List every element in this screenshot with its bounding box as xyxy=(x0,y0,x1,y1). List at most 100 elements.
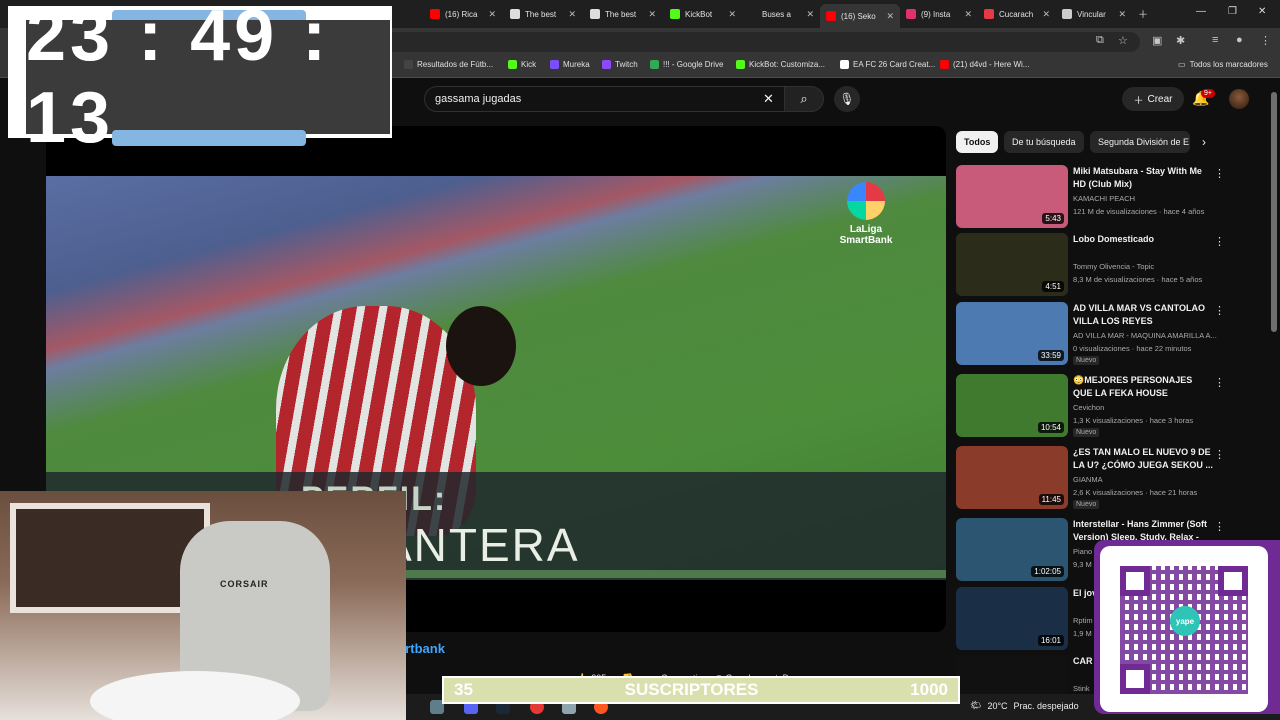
bookmark[interactable]: EA FC 26 Card Creat... xyxy=(840,60,935,69)
bookmark[interactable]: KickBot: Customiza... xyxy=(736,60,825,69)
recommendation-channel[interactable]: Rptim xyxy=(1073,616,1093,625)
tab-search-icon[interactable]: ≡ xyxy=(1212,34,1218,46)
recommendation-item[interactable]: 33:59 AD VILLA MAR VS CANTOLAO VILLA LOS … xyxy=(956,302,1226,366)
recommendation-channel[interactable]: KAMACHI PEACH xyxy=(1073,194,1135,203)
close-icon[interactable]: ✕ xyxy=(886,11,894,22)
mureka-icon xyxy=(550,60,559,69)
install-icon[interactable]: ⧉ xyxy=(1096,34,1104,47)
browser-tab[interactable]: The best ✕ xyxy=(504,4,582,24)
instagram-icon xyxy=(906,9,916,19)
close-icon[interactable]: ✕ xyxy=(568,9,576,20)
recommendation-channel[interactable]: Cevichon xyxy=(1073,403,1104,412)
chip-from-search[interactable]: De tu búsqueda xyxy=(1004,131,1084,153)
more-options-icon[interactable]: ⋮ xyxy=(1214,520,1225,533)
voice-search-button[interactable]: 🎙 xyxy=(834,86,860,112)
close-icon[interactable]: ✕ xyxy=(488,9,496,20)
recommendation-meta: 9,3 M xyxy=(1073,560,1092,569)
qr-corner xyxy=(1218,566,1248,596)
weather-widget[interactable]: 🌤 20°C Prac. despejado xyxy=(970,700,1079,711)
bookmark[interactable]: !!! - Google Drive xyxy=(650,60,723,69)
recommendation-title[interactable]: Lobo Domesticado xyxy=(1073,233,1213,246)
site-icon xyxy=(510,9,520,19)
video-thumbnail[interactable]: 1:02:05 xyxy=(956,518,1068,581)
bookmark[interactable]: Resultados de Fútb... xyxy=(404,60,493,69)
video-thumbnail[interactable]: 33:59 xyxy=(956,302,1068,365)
bookmark[interactable]: Mureka xyxy=(550,60,590,69)
recommendation-meta: 8,3 M de visualizaciones · hace 5 años xyxy=(1073,275,1203,284)
close-icon[interactable]: ✕ xyxy=(964,9,972,20)
browser-tab[interactable]: KickBot ✕ xyxy=(664,4,742,24)
clock-overlay: 23 : 49 : 13 xyxy=(8,0,392,158)
new-tab-icon[interactable]: ＋ xyxy=(1138,6,1148,21)
more-options-icon[interactable]: ⋮ xyxy=(1214,448,1225,461)
recommendation-item[interactable]: 5:43 Miki Matsubara - Stay With Me HD (Cl… xyxy=(956,165,1226,229)
minimize-icon[interactable]: — xyxy=(1196,6,1206,17)
site-icon xyxy=(404,60,413,69)
more-options-icon[interactable]: ⋮ xyxy=(1214,304,1225,317)
browser-tab[interactable]: Vincular ✕ xyxy=(1056,4,1132,24)
youtube-icon xyxy=(826,11,836,21)
more-options-icon[interactable]: ⋮ xyxy=(1214,376,1225,389)
recommendation-channel[interactable]: GIANMA xyxy=(1073,475,1103,484)
mic-icon: 🎙 xyxy=(839,92,855,106)
chip-segunda[interactable]: Segunda División de E xyxy=(1090,131,1190,153)
video-thumbnail[interactable]: 5:43 xyxy=(956,165,1068,228)
menu-icon[interactable]: ⋮ xyxy=(1260,34,1271,47)
chip-all[interactable]: Todos xyxy=(956,131,999,153)
search-button[interactable]: ⌕ xyxy=(784,86,824,112)
video-thumbnail[interactable]: 11:45 xyxy=(956,446,1068,509)
browser-tab-active[interactable]: (16) Seko ✕ xyxy=(820,4,900,28)
subs-goal: 1000 xyxy=(910,680,948,699)
avatar[interactable] xyxy=(1229,89,1249,109)
close-icon[interactable]: ✕ xyxy=(648,9,656,20)
recommendation-title[interactable]: Miki Matsubara - Stay With Me HD (Club M… xyxy=(1073,165,1213,191)
more-options-icon[interactable]: ⋮ xyxy=(1214,235,1225,248)
close-icon[interactable]: ✕ xyxy=(1042,9,1050,20)
recommendation-meta: 121 M de visualizaciones · hace 4 años xyxy=(1073,207,1205,216)
recommendation-channel[interactable]: Tommy Olivencia - Topic xyxy=(1073,262,1154,271)
close-icon[interactable]: ✕ xyxy=(806,9,814,20)
close-icon[interactable]: ✕ xyxy=(728,9,736,20)
recommendation-channel[interactable]: AD VILLA MAR - MAQUINA AMARILLA A... xyxy=(1073,331,1217,340)
browser-tab[interactable]: (9) Insta ✕ xyxy=(900,4,978,24)
bookmark[interactable]: Kick xyxy=(508,60,536,69)
twitch-icon xyxy=(602,60,611,69)
close-window-icon[interactable]: ✕ xyxy=(1258,6,1266,17)
recommendation-title[interactable]: 😳MEJORES PERSONAJES QUE LA FEKA HOUSE AD… xyxy=(1073,374,1213,401)
browser-tab[interactable]: Buses a ✕ xyxy=(744,4,820,24)
recommendation-title[interactable]: ¿ES TAN MALO EL NUEVO 9 DE LA U? ¿CÓMO J… xyxy=(1073,446,1213,472)
recommendation-item[interactable]: 10:54 😳MEJORES PERSONAJES QUE LA FEKA HOU… xyxy=(956,374,1226,438)
create-button[interactable]: ＋ Crear xyxy=(1122,87,1184,111)
recommendation-channel[interactable]: Stink xyxy=(1073,684,1090,693)
search-input[interactable]: gassama jugadas xyxy=(424,86,788,112)
recommendation-channel[interactable]: Piano xyxy=(1073,547,1092,556)
more-options-icon[interactable]: ⋮ xyxy=(1214,167,1225,180)
close-icon[interactable]: ✕ xyxy=(1118,9,1126,20)
browser-tab[interactable]: Cucarach ✕ xyxy=(978,4,1056,24)
recommendation-title[interactable]: AD VILLA MAR VS CANTOLAO VILLA LOS REYES… xyxy=(1073,302,1213,329)
profile-icon[interactable]: ● xyxy=(1236,34,1243,46)
extension-icon[interactable]: ▣ xyxy=(1152,34,1162,47)
video-thumbnail[interactable]: 16:01 xyxy=(956,587,1068,650)
clear-search-icon[interactable]: ✕ xyxy=(763,91,774,107)
chevron-right-icon[interactable]: › xyxy=(1202,135,1206,149)
drive-icon xyxy=(650,60,659,69)
recommendation-item[interactable]: 11:45 ¿ES TAN MALO EL NUEVO 9 DE LA U? ¿C… xyxy=(956,446,1226,510)
maximize-icon[interactable]: ❐ xyxy=(1228,6,1237,17)
site-icon xyxy=(1062,9,1072,19)
laliga-icon xyxy=(847,182,885,220)
puzzle-icon[interactable]: ✱ xyxy=(1176,34,1185,47)
page-scrollbar[interactable] xyxy=(1271,92,1277,332)
star-icon[interactable]: ☆ xyxy=(1118,34,1128,47)
browser-tab[interactable]: (16) Rica ✕ xyxy=(424,4,502,24)
bookmark[interactable]: (21) d4vd - Here Wi... xyxy=(940,60,1029,69)
recommendation-item[interactable]: 4:51 Lobo Domesticado Tommy Olivencia - To… xyxy=(956,233,1226,297)
video-thumbnail[interactable]: 10:54 xyxy=(956,374,1068,437)
folder-icon: ▭ xyxy=(1178,60,1186,69)
browser-tab[interactable]: The best ✕ xyxy=(584,4,662,24)
bookmark[interactable]: Twitch xyxy=(602,60,638,69)
webcam-overlay: CORSAIR xyxy=(0,491,406,720)
video-thumbnail[interactable]: 4:51 xyxy=(956,233,1068,296)
duration-badge: 4:51 xyxy=(1042,281,1064,292)
all-bookmarks[interactable]: ▭ Todos los marcadores xyxy=(1178,60,1268,69)
